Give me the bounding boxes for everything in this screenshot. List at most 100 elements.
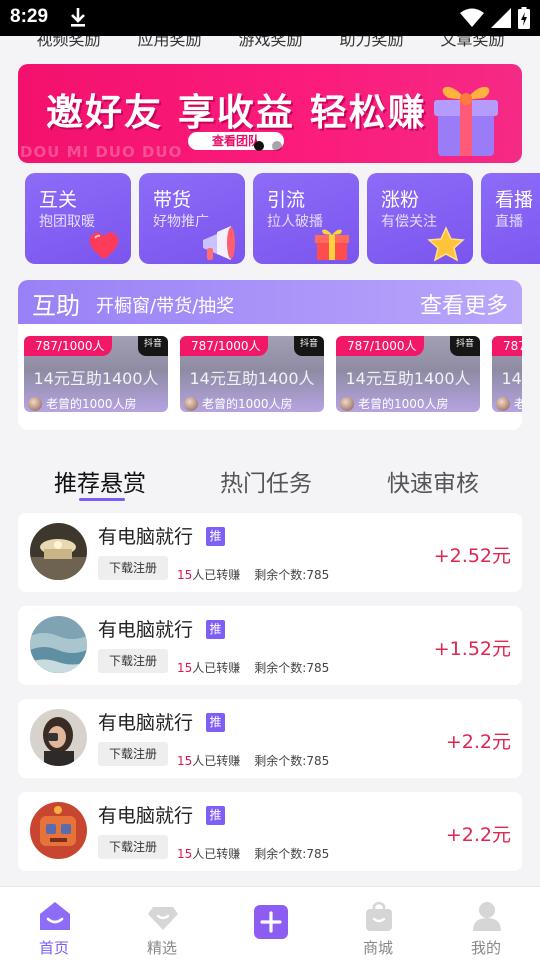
remaining-count: 剩余个数:785 xyxy=(254,754,330,768)
bottom-navigation: 首页 精选 商城 我的 xyxy=(0,886,540,960)
task-item[interactable]: 有电脑就行 推 下载注册 15人已转赚 剩余个数:785 +1.52元 xyxy=(18,606,522,685)
download-icon xyxy=(71,8,85,27)
nav-label: 精选 xyxy=(146,939,177,957)
download-register-button[interactable]: 下载注册 xyxy=(98,556,168,580)
feature-subtitle: 直播 xyxy=(495,214,523,230)
feature-title: 互关 xyxy=(39,189,78,211)
feature-card-sell-goods[interactable]: 带货 好物推广 xyxy=(139,173,245,264)
status-bar: 8:29 xyxy=(0,0,540,36)
nav-mall[interactable]: 商城 xyxy=(324,887,432,960)
task-stats: 15人已转赚 剩余个数:785 xyxy=(177,659,329,676)
megaphone-icon xyxy=(203,226,235,260)
room-owner: 老曾的1000人房 xyxy=(340,395,449,412)
done-count: 15 xyxy=(177,847,193,861)
task-tabs: 推荐悬赏 热门任务 快速审核 xyxy=(0,460,540,506)
portrait-avatar xyxy=(30,709,87,766)
nav-home[interactable]: 首页 xyxy=(0,887,108,960)
gift-box-icon xyxy=(434,86,498,156)
room-member-count: 787/1000人 xyxy=(24,336,112,356)
feature-card-drain-traffic[interactable]: 引流 拉人破播 xyxy=(253,173,359,264)
signal-icon xyxy=(491,8,511,28)
reward-price: +2.52元 xyxy=(433,545,511,567)
feature-title: 引流 xyxy=(267,189,306,211)
banner-dot[interactable] xyxy=(272,141,282,151)
download-register-button[interactable]: 下载注册 xyxy=(98,649,168,673)
tab-hot-tasks[interactable]: 热门任务 xyxy=(220,464,312,498)
banner-dot[interactable] xyxy=(254,141,264,151)
help-room-card[interactable]: 787/1000人 抖音 14元互助1400人 老曾的1000人房 xyxy=(24,336,168,412)
reward-price: +2.2元 xyxy=(445,824,511,846)
help-header: 互助 开橱窗/带货/抽奖 查看更多 xyxy=(18,280,522,324)
star-icon xyxy=(427,226,465,262)
owner-avatar xyxy=(496,396,510,411)
platform-badge: 抖音 xyxy=(450,336,480,356)
view-more-link[interactable]: 查看更多 xyxy=(420,288,508,320)
feature-card-gain-fans[interactable]: 涨粉 有偿关注 xyxy=(367,173,473,264)
task-item[interactable]: 有电脑就行 推 下载注册 15人已转赚 剩余个数:785 +2.2元 xyxy=(18,792,522,871)
feature-card-watch-live[interactable]: 看播 直播 xyxy=(481,173,540,264)
room-member-count: 787/1000人 xyxy=(492,336,522,356)
help-room-card[interactable]: 787/1000人 抖音 14元互助1400人 老曾的1000人房 xyxy=(336,336,480,412)
recommend-badge: 推 xyxy=(206,713,225,732)
nav-label: 我的 xyxy=(470,939,501,957)
task-title: 有电脑就行 xyxy=(98,805,194,827)
owner-name: 老曾的1000人房 xyxy=(514,397,522,411)
tab-video-reward[interactable]: 视频奖励 xyxy=(18,36,119,58)
owner-name: 老曾的1000人房 xyxy=(358,397,449,411)
tab-recommended-reward[interactable]: 推荐悬赏 xyxy=(54,464,146,498)
owner-avatar xyxy=(184,396,198,411)
help-room-card[interactable]: 787/1000人 抖音 14元互助1400人 老曾的1000人房 xyxy=(492,336,522,412)
task-item[interactable]: 有电脑就行 推 下载注册 15人已转赚 剩余个数:785 +2.52元 xyxy=(18,513,522,592)
download-register-button[interactable]: 下载注册 xyxy=(98,835,168,859)
banner-pagination xyxy=(254,141,282,151)
room-owner: 老曾的1000人房 xyxy=(28,395,137,412)
tab-fast-review[interactable]: 快速审核 xyxy=(387,464,479,498)
task-title: 有电脑就行 xyxy=(98,712,194,734)
owner-avatar xyxy=(340,396,354,411)
feature-title: 看播 xyxy=(495,189,534,211)
tab-game-reward[interactable]: 游戏奖励 xyxy=(220,36,321,58)
nav-label: 首页 xyxy=(38,939,69,957)
room-name: 14元互助1400人 xyxy=(33,369,159,388)
task-title: 有电脑就行 xyxy=(98,619,194,641)
nav-add[interactable] xyxy=(216,887,324,960)
download-register-button[interactable]: 下载注册 xyxy=(98,742,168,766)
gift-icon xyxy=(315,229,349,260)
nav-profile[interactable]: 我的 xyxy=(432,887,540,960)
task-stats: 15人已转赚 剩余个数:785 xyxy=(177,752,329,769)
reward-price: +1.52元 xyxy=(433,638,511,660)
feature-title: 带货 xyxy=(153,189,192,211)
nav-featured[interactable]: 精选 xyxy=(108,887,216,960)
nav-label: 商城 xyxy=(362,939,393,957)
done-label: 人已转赚 xyxy=(192,754,241,768)
recommend-badge: 推 xyxy=(206,806,225,825)
room-member-count: 787/1000人 xyxy=(336,336,424,356)
recommend-badge: 推 xyxy=(206,527,225,546)
done-label: 人已转赚 xyxy=(192,847,241,861)
done-label: 人已转赚 xyxy=(192,661,241,675)
room-member-count: 787/1000人 xyxy=(180,336,268,356)
chandelier-avatar xyxy=(30,523,87,580)
platform-badge: 抖音 xyxy=(138,336,168,356)
clock: 8:29 xyxy=(10,6,49,27)
done-count: 15 xyxy=(177,661,193,675)
reward-category-tabs: 视频奖励 应用奖励 游戏奖励 助力奖励 文章奖励 xyxy=(0,36,540,58)
recommend-badge: 推 xyxy=(206,620,225,639)
feature-title: 涨粉 xyxy=(381,189,420,211)
plus-icon xyxy=(254,905,288,939)
task-item[interactable]: 有电脑就行 推 下载注册 15人已转赚 剩余个数:785 +2.2元 xyxy=(18,699,522,778)
invite-banner[interactable]: DOU MI DUO DUO 邀好友 享收益 轻松赚 查看团队 xyxy=(18,64,522,163)
tab-assist-reward[interactable]: 助力奖励 xyxy=(321,36,422,58)
tab-app-reward[interactable]: 应用奖励 xyxy=(119,36,220,58)
room-name: 14元互助1400人 xyxy=(345,369,471,388)
platform-badge: 抖音 xyxy=(294,336,324,356)
remaining-count: 剩余个数:785 xyxy=(254,568,330,582)
feature-card-mutual-follow[interactable]: 互关 抱团取暖 xyxy=(25,173,131,264)
heart-icon xyxy=(89,232,119,259)
mutual-help-section: 互助 开橱窗/带货/抽奖 查看更多 787/1000人 抖音 14元互助1400… xyxy=(18,280,522,430)
tab-article-reward[interactable]: 文章奖励 xyxy=(422,36,523,58)
help-room-card[interactable]: 787/1000人 抖音 14元互助1400人 老曾的1000人房 xyxy=(180,336,324,412)
robot-avatar xyxy=(30,802,87,859)
diamond-icon xyxy=(148,907,178,930)
system-icons xyxy=(460,7,530,29)
